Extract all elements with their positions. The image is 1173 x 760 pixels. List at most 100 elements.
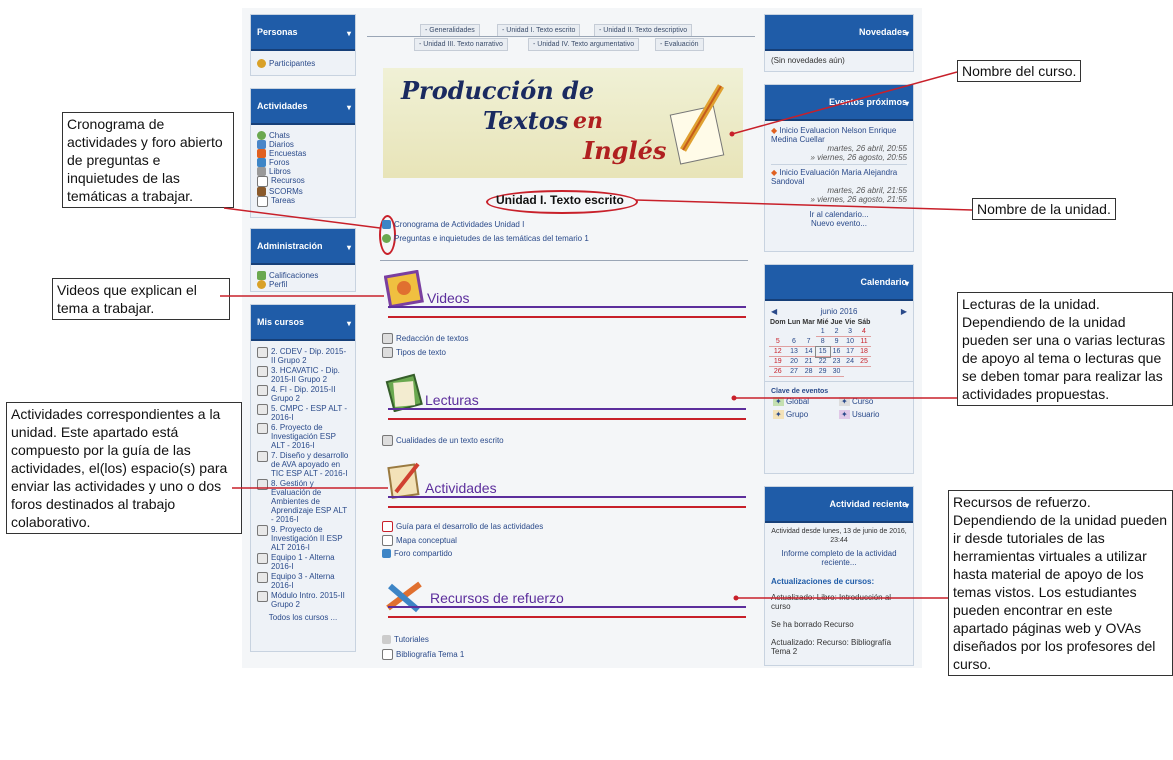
calendar-day[interactable]: 14 — [801, 346, 816, 357]
course-link[interactable]: 9. Proyecto de Investigación II ESP ALT … — [257, 525, 349, 552]
collapse-icon[interactable]: ▾ — [347, 17, 351, 51]
update-item[interactable]: Actualizado: Libro: Introducción al curs… — [765, 590, 913, 615]
perfil-link[interactable]: Perfil — [257, 280, 349, 289]
redaccion-link[interactable]: Redacción de textos — [382, 333, 469, 344]
chats-link[interactable]: Chats — [257, 131, 349, 140]
actividades-block-header[interactable]: Actividades ▾ — [251, 89, 355, 125]
calendar-day[interactable]: 12 — [769, 346, 787, 357]
calendario-block-header[interactable]: Calendario ▾ — [765, 265, 913, 301]
calendar-link[interactable]: Ir al calendario... — [771, 210, 907, 219]
course-link[interactable]: Módulo Intro. 2015-II Grupo 2 — [257, 591, 349, 609]
calendar-day[interactable]: 28 — [801, 366, 816, 377]
personas-block-header[interactable]: Personas ▾ — [251, 15, 355, 51]
cualidades-link[interactable]: Cualidades de un texto escrito — [382, 435, 504, 446]
tutoriales-label: Tutoriales — [394, 635, 429, 644]
novedades-block-header[interactable]: Novedades ▾ — [765, 15, 913, 51]
collapse-icon[interactable]: ▾ — [905, 489, 909, 523]
course-link[interactable]: 4. FI - Dip. 2015-II Grupo 2 — [257, 385, 349, 403]
collapse-icon[interactable]: ▾ — [905, 87, 909, 121]
key-usuario[interactable]: ✦ Usuario — [839, 410, 905, 419]
calendar-day[interactable]: 18 — [856, 346, 872, 357]
event-item[interactable]: ◆ Inicio Evaluacion Nelson Enrique Medin… — [771, 126, 907, 144]
course-link[interactable]: 6. Proyecto de Investigación ESP ALT - 2… — [257, 423, 349, 450]
tab-unidad-3[interactable]: - Unidad III. Texto narrativo — [414, 38, 508, 51]
tipos-link[interactable]: Tipos de texto — [382, 347, 446, 358]
collapse-icon[interactable]: ▾ — [905, 17, 909, 51]
calendar-day[interactable]: 20 — [786, 356, 802, 367]
update-item[interactable]: Actualizado: Recurso: Bibliografía Tema … — [765, 633, 913, 660]
calendar-day[interactable]: 16 — [829, 346, 844, 357]
eventos-block-header[interactable]: Eventos próximos ▾ — [765, 85, 913, 121]
calendar-day[interactable]: 24 — [843, 356, 857, 367]
calendar-day[interactable]: 25 — [856, 356, 872, 367]
libros-link[interactable]: Libros — [257, 167, 349, 176]
scorms-link[interactable]: SCORMs — [257, 187, 349, 196]
bibliografia-link[interactable]: Bibliografía Tema 1 — [382, 649, 464, 660]
recursos-link[interactable]: Recursos — [257, 176, 349, 187]
calendar-day[interactable]: 2 — [829, 327, 844, 337]
calendar-day[interactable]: 30 — [829, 366, 844, 377]
event-end: » viernes, 26 agosto, 21:55 — [810, 195, 907, 204]
course-link[interactable]: 2. CDEV - Dip. 2015-II Grupo 2 — [257, 347, 349, 365]
event-item[interactable]: ◆ Inicio Evaluación Maria Alejandra Sand… — [771, 168, 907, 186]
collapse-icon[interactable]: ▾ — [905, 267, 909, 301]
cronograma-link[interactable]: Cronograma de Actividades Unidad I — [382, 220, 524, 229]
diarios-link[interactable]: Diarios — [257, 140, 349, 149]
key-global[interactable]: ✦ Global — [773, 397, 839, 406]
key-grupo[interactable]: ✦ Grupo — [773, 410, 839, 419]
course-link[interactable]: 5. CMPC - ESP ALT - 2016-I — [257, 404, 349, 422]
calendar-day[interactable]: 27 — [786, 366, 802, 377]
calendar-day[interactable]: 6 — [786, 336, 802, 347]
mapa-link[interactable]: Mapa conceptual — [382, 535, 457, 546]
calendar-day[interactable]: 23 — [829, 356, 844, 367]
collapse-icon[interactable]: ▾ — [347, 307, 351, 341]
encuestas-link[interactable]: Encuestas — [257, 149, 349, 158]
all-courses-link[interactable]: Todos los cursos ... — [257, 613, 349, 622]
prev-month-icon[interactable]: ◀ — [771, 307, 777, 316]
next-month-icon[interactable]: ▶ — [901, 307, 907, 316]
tareas-link[interactable]: Tareas — [257, 196, 349, 207]
calendar-day[interactable]: 29 — [815, 366, 830, 377]
calendar-day[interactable]: 13 — [786, 346, 802, 357]
calendar-day[interactable]: 7 — [801, 336, 816, 347]
calendar-day[interactable]: 1 — [815, 327, 830, 337]
calendar-day[interactable]: 4 — [856, 327, 872, 337]
calendar-day[interactable]: 21 — [801, 356, 816, 367]
calendar-day[interactable]: 3 — [843, 327, 857, 337]
calendar-day[interactable]: 8 — [815, 336, 830, 347]
course-link[interactable]: 7. Diseño y desarrollo de AVA apoyado en… — [257, 451, 349, 478]
calendar-day[interactable]: 15 — [814, 345, 831, 358]
foros-link[interactable]: Foros — [257, 158, 349, 167]
calendar-day[interactable]: 19 — [769, 356, 787, 367]
course-link[interactable]: 8. Gestión y Evaluación de Ambientes de … — [257, 479, 349, 524]
tab-unidad-4[interactable]: - Unidad IV. Texto argumentativo — [528, 38, 640, 51]
participantes-link[interactable]: Participantes — [257, 59, 349, 68]
calendar-day[interactable]: 5 — [769, 336, 787, 347]
calendar-day[interactable]: 22 — [815, 356, 830, 367]
course-link[interactable]: 3. HCAVATIC - Dip. 2015-II Grupo 2 — [257, 366, 349, 384]
foro-compartido-link[interactable]: Foro compartido — [382, 549, 452, 558]
mis-cursos-block-header[interactable]: Mis cursos ▾ — [251, 305, 355, 341]
calendar-day[interactable]: 9 — [829, 336, 844, 347]
collapse-icon[interactable]: ▾ — [347, 231, 351, 265]
tutoriales-link[interactable]: Tutoriales — [382, 635, 429, 644]
reciente-block-header[interactable]: Actividad reciente ▾ — [765, 487, 913, 523]
collapse-icon[interactable]: ▾ — [347, 91, 351, 125]
course-link[interactable]: Equipo 1 - Alterna 2016-I — [257, 553, 349, 571]
calificaciones-link[interactable]: Calificaciones — [257, 271, 349, 280]
reciente-report-link[interactable]: Informe completo de la actividad recient… — [765, 549, 913, 571]
administracion-block-header[interactable]: Administración ▾ — [251, 229, 355, 265]
eventos-block: Eventos próximos ▾ ◆ Inicio Evaluacion Ne… — [764, 84, 914, 252]
tab-evaluacion[interactable]: - Evaluación — [655, 38, 704, 51]
update-item[interactable]: Se ha borrado Recurso — [765, 615, 913, 633]
guia-link[interactable]: Guía para el desarrollo de las actividad… — [382, 521, 543, 532]
calendar-day[interactable]: 10 — [843, 336, 857, 347]
calendar-day[interactable]: 17 — [843, 346, 857, 357]
course-link[interactable]: Equipo 3 - Alterna 2016-I — [257, 572, 349, 590]
preguntas-link[interactable]: Preguntas e inquietudes de las temáticas… — [382, 234, 589, 243]
key-curso[interactable]: ✦ Curso — [839, 397, 905, 406]
calendar-day[interactable]: 26 — [769, 366, 787, 377]
calendar-day[interactable]: 11 — [856, 336, 872, 347]
new-event-link[interactable]: Nuevo evento... — [771, 219, 907, 228]
annotation-videos: Videos que explican el tema a trabajar. — [52, 278, 230, 320]
